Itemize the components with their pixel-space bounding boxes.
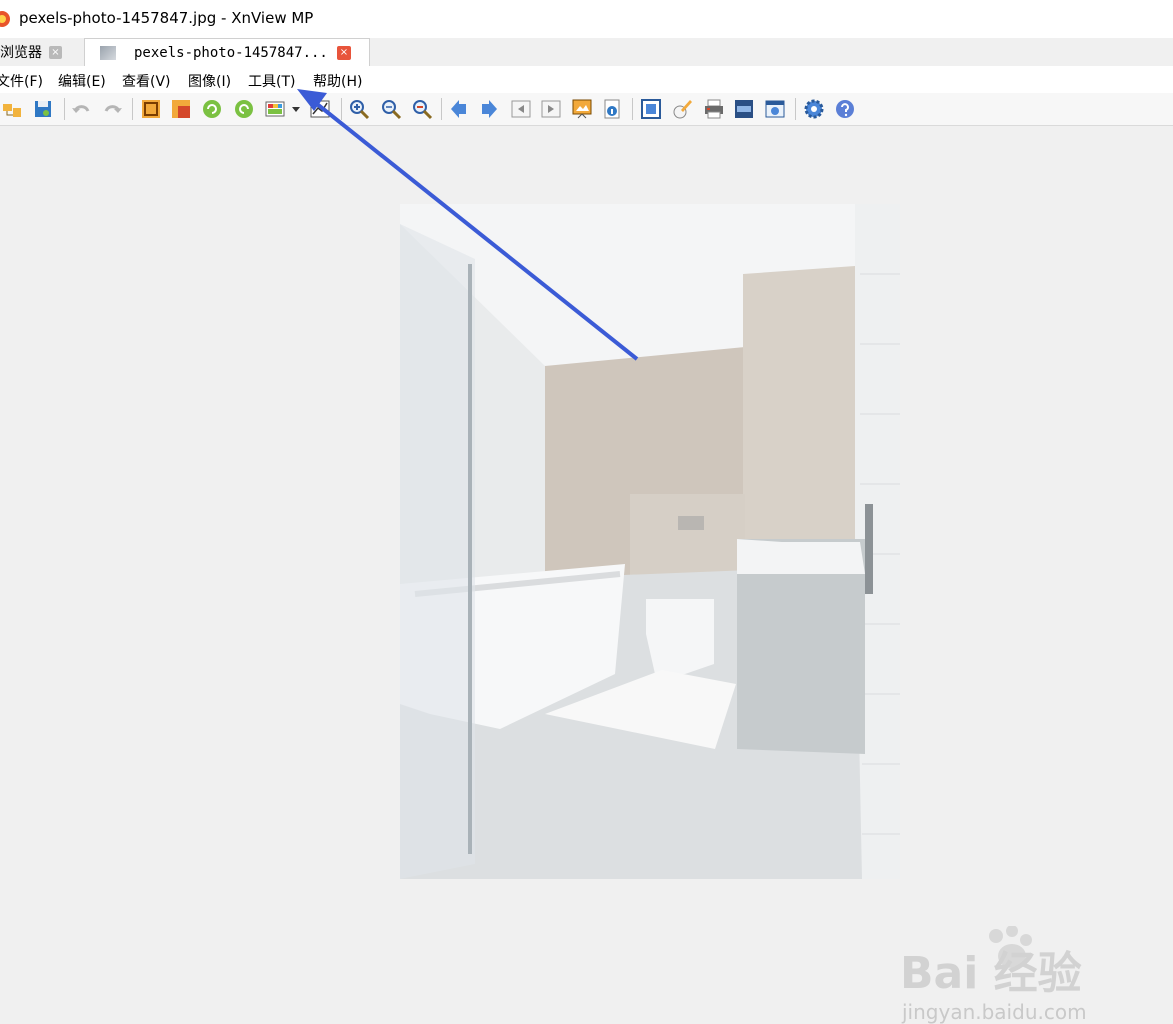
xnview-app-icon[interactable] <box>0 10 11 28</box>
toolbar-separator <box>441 98 442 120</box>
toolbar-separator <box>795 98 796 120</box>
toolbar-separator <box>632 98 633 120</box>
zoom-in-icon[interactable] <box>348 98 370 120</box>
info-icon[interactable] <box>601 98 623 120</box>
tab-browser-label: 浏览器 <box>0 45 42 61</box>
toolbar-separator <box>132 98 133 120</box>
adjust-colors-icon[interactable] <box>264 98 286 120</box>
crop-icon[interactable] <box>140 98 162 120</box>
toolbar <box>0 93 1173 126</box>
help-icon[interactable] <box>834 98 856 120</box>
svg-text:Bai 经验: Bai 经验 <box>900 948 1082 996</box>
rotate-left-icon[interactable] <box>201 98 223 120</box>
toolbar-separator <box>64 98 65 120</box>
open-folder-icon[interactable] <box>1 98 23 120</box>
tab-bar: 浏览器 × pexels-photo-1457847... × <box>0 38 1173 67</box>
menu-tools[interactable]: 工具(T) <box>248 71 295 91</box>
screenshot-icon[interactable] <box>764 98 786 120</box>
image-thumbnail-icon <box>100 45 116 60</box>
tab-browser-close-icon[interactable]: × <box>49 45 62 59</box>
last-icon[interactable] <box>540 98 562 120</box>
settings-icon[interactable] <box>803 98 825 120</box>
filmstrip-icon[interactable] <box>733 98 755 120</box>
fullscreen-icon[interactable] <box>640 98 662 120</box>
zoom-reset-icon[interactable] <box>380 98 402 120</box>
tab-browser[interactable]: 浏览器 × <box>0 38 78 66</box>
save-icon[interactable] <box>32 98 54 120</box>
slideshow-icon[interactable] <box>571 98 593 120</box>
toolbar-separator <box>341 98 342 120</box>
tab-image-label: pexels-photo-1457847... <box>134 44 328 61</box>
undo-icon[interactable] <box>70 98 92 120</box>
menu-view[interactable]: 查看(V) <box>122 71 171 91</box>
zoom-out-icon[interactable] <box>411 98 433 120</box>
rotate-right-icon[interactable] <box>233 98 255 120</box>
print-icon[interactable] <box>703 98 725 120</box>
menu-image[interactable]: 图像(I) <box>188 71 231 91</box>
tab-image[interactable]: pexels-photo-1457847... × <box>84 38 370 66</box>
menu-edit[interactable]: 编辑(E) <box>58 71 106 91</box>
baidu-jingyan-watermark-logo: Bai 经验 <box>900 926 1082 996</box>
image-viewer-area[interactable]: Bai 经验 jingyan.baidu.com <box>0 126 1173 1024</box>
first-icon[interactable] <box>510 98 532 120</box>
menu-file[interactable]: 文件(F) <box>0 71 43 91</box>
dropdown-arrow-icon[interactable] <box>290 98 302 120</box>
prev-icon[interactable] <box>448 98 470 120</box>
menu-help[interactable]: 帮助(H) <box>313 71 362 91</box>
menu-bar: 文件(F) 编辑(E) 查看(V) 图像(I) 工具(T) 帮助(H) <box>0 66 1173 93</box>
bathroom-photo <box>400 204 900 879</box>
next-icon[interactable] <box>478 98 500 120</box>
edit-icon[interactable] <box>671 98 693 120</box>
window-title: pexels-photo-1457847.jpg - XnView MP <box>19 9 314 27</box>
title-bar: pexels-photo-1457847.jpg - XnView MP <box>0 0 1173 38</box>
levels-icon[interactable] <box>309 98 331 120</box>
redo-icon[interactable] <box>102 98 124 120</box>
tab-image-close-icon[interactable]: × <box>337 46 351 60</box>
watermark-url: jingyan.baidu.com <box>902 1000 1087 1024</box>
resize-icon[interactable] <box>170 98 192 120</box>
